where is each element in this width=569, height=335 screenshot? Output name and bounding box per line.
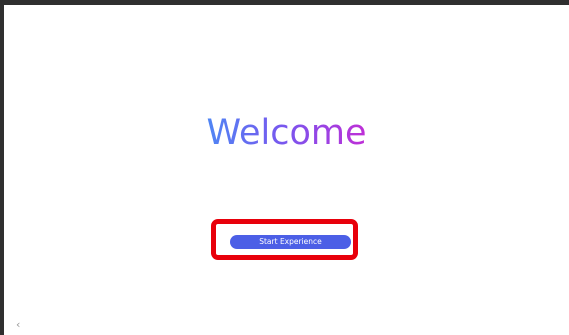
welcome-screen: Welcome Start Experience ‹ bbox=[4, 5, 569, 335]
start-experience-button[interactable]: Start Experience bbox=[230, 235, 351, 249]
welcome-title: Welcome bbox=[4, 111, 569, 155]
chevron-left-icon[interactable]: ‹ bbox=[16, 319, 20, 331]
welcome-title-text: Welcome bbox=[206, 113, 367, 153]
start-button-highlight: Start Experience bbox=[211, 219, 358, 260]
